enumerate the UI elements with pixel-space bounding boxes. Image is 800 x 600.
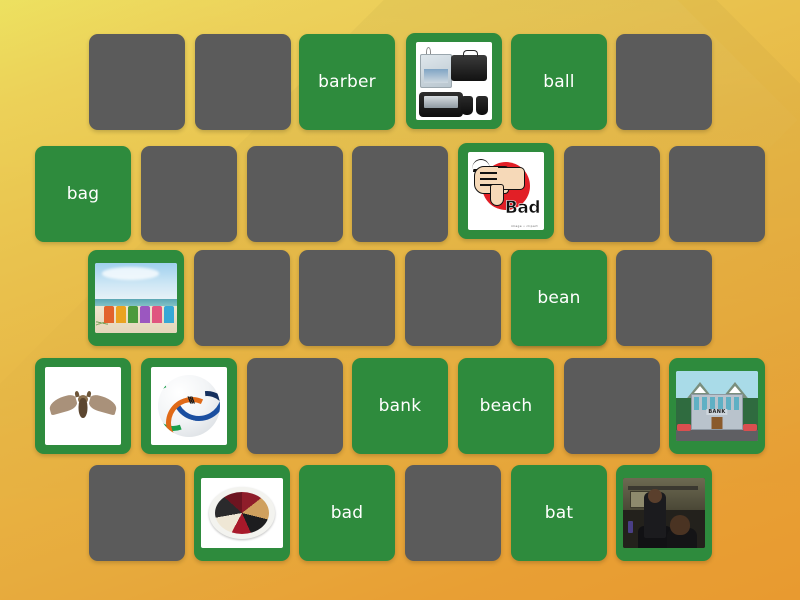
tile-row5-col6-image-barber[interactable] bbox=[616, 465, 712, 561]
tile-row4-col4-word-bank[interactable]: bank bbox=[352, 358, 448, 454]
tile-row3-col4[interactable] bbox=[405, 250, 501, 346]
bean-plate-image bbox=[201, 478, 283, 548]
bat-animal-image bbox=[45, 367, 121, 445]
tile-label: bank bbox=[378, 395, 422, 416]
tile-row1-col3-word-barber[interactable]: barber bbox=[299, 34, 395, 130]
tile-row4-col5-word-beach[interactable]: beach bbox=[458, 358, 554, 454]
tile-row1-col6[interactable] bbox=[616, 34, 712, 130]
tile-row3-col6[interactable] bbox=[616, 250, 712, 346]
tile-label: bat bbox=[544, 502, 574, 523]
tile-row5-col2-image-bean[interactable] bbox=[194, 465, 290, 561]
tile-row5-col5-word-bat[interactable]: bat bbox=[511, 465, 607, 561]
tile-row3-col5-word-bean[interactable]: bean bbox=[511, 250, 607, 346]
bad-overlay-text: Bad bbox=[504, 198, 541, 219]
tile-row2-col7[interactable] bbox=[669, 146, 765, 242]
barber-shop-image bbox=[623, 478, 705, 548]
tile-label: bag bbox=[66, 183, 100, 204]
tile-row5-col1[interactable] bbox=[89, 465, 185, 561]
tile-row5-col3-word-bad[interactable]: bad bbox=[299, 465, 395, 561]
tile-row1-col5-word-ball[interactable]: ball bbox=[511, 34, 607, 130]
tile-label: bad bbox=[330, 502, 364, 523]
ball-soccer-image bbox=[151, 367, 227, 445]
tile-row2-col2[interactable] bbox=[141, 146, 237, 242]
bad-thumbs-down-image: Bad image • clipart bbox=[468, 152, 544, 230]
tile-row4-col3[interactable] bbox=[247, 358, 343, 454]
bank-building-image: BANK bbox=[676, 371, 758, 441]
tile-row1-col2[interactable] bbox=[195, 34, 291, 130]
image-credit-text: image • clipart bbox=[511, 224, 538, 228]
tile-row3-col1-image-beach[interactable] bbox=[88, 250, 184, 346]
tile-row4-col7-image-bank[interactable]: BANK bbox=[669, 358, 765, 454]
tile-row3-col3[interactable] bbox=[299, 250, 395, 346]
tile-row2-col3[interactable] bbox=[247, 146, 343, 242]
tile-row1-col1[interactable] bbox=[89, 34, 185, 130]
matching-game-board: barber ball bag Bad image • clipart bean… bbox=[0, 0, 800, 600]
tile-row4-col1-image-bat[interactable] bbox=[35, 358, 131, 454]
tile-row4-col6[interactable] bbox=[564, 358, 660, 454]
bank-sign-text: BANK bbox=[706, 408, 728, 415]
beach-chairs-image bbox=[95, 263, 177, 333]
tile-row5-col4[interactable] bbox=[405, 465, 501, 561]
tile-label: bean bbox=[537, 287, 581, 308]
bag-luggage-image bbox=[416, 42, 492, 120]
tile-row1-col4-image-bag[interactable] bbox=[406, 33, 502, 129]
tile-row2-col4[interactable] bbox=[352, 146, 448, 242]
tile-label: beach bbox=[479, 395, 533, 416]
tile-row2-col5-image-bad[interactable]: Bad image • clipart bbox=[458, 143, 554, 239]
tile-row2-col6[interactable] bbox=[564, 146, 660, 242]
tile-row3-col2[interactable] bbox=[194, 250, 290, 346]
tile-row2-col1-word-bag[interactable]: bag bbox=[35, 146, 131, 242]
tile-row4-col2-image-ball[interactable] bbox=[141, 358, 237, 454]
tile-label: barber bbox=[318, 71, 376, 92]
tile-label: ball bbox=[543, 71, 575, 92]
